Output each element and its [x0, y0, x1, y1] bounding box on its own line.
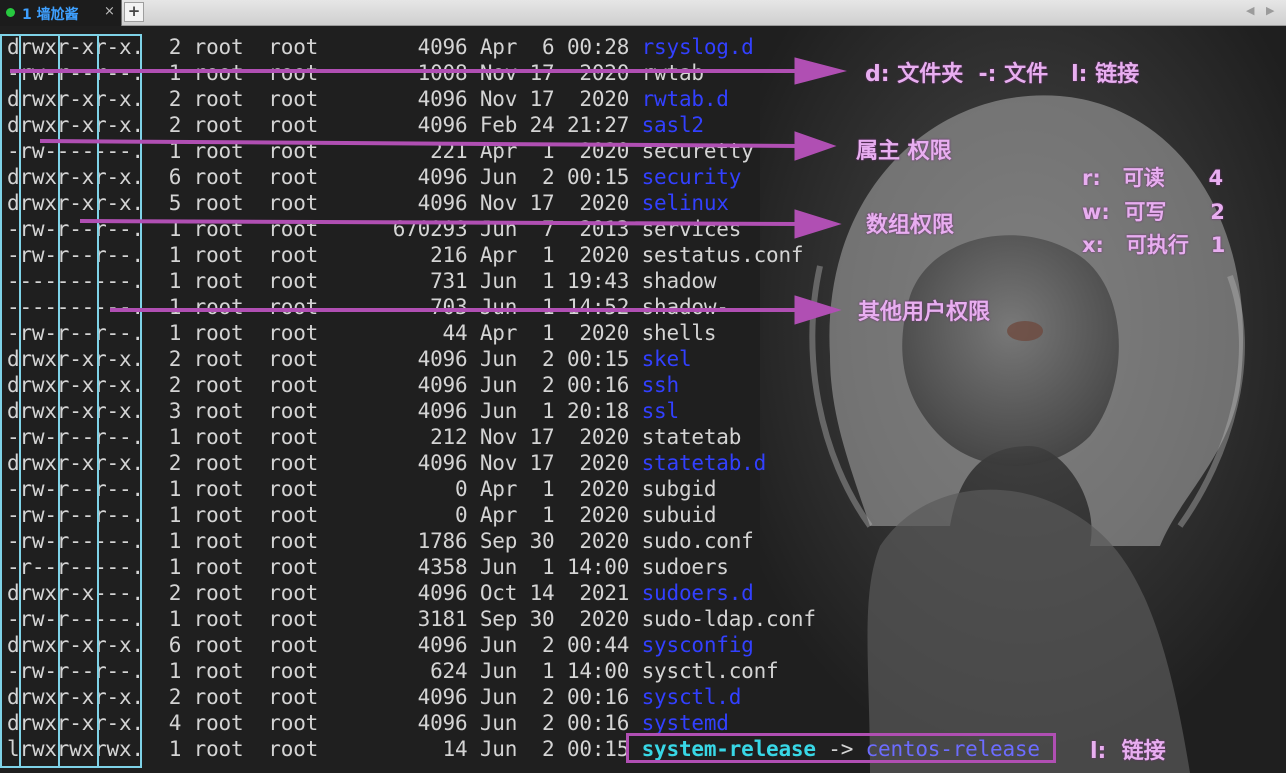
terminal-output[interactable]: drwxr-xr-x. 2 root root 4096 Apr 6 00:28…	[0, 26, 1286, 773]
owner-arrow-line	[39, 139, 801, 148]
annotation-arrows	[10, 57, 847, 325]
owner-arrow-head	[794, 131, 837, 161]
read-permission-legend: r: 可读 4	[1082, 166, 1224, 190]
close-tab-icon[interactable]: ×	[104, 4, 115, 19]
other-permission-annotation: 其他用户权限	[858, 300, 991, 325]
group-arrow-head	[794, 209, 842, 239]
session-tab-label: 1 墙尬酱	[22, 7, 79, 23]
execute-permission-legend: x: 可执行 1	[1082, 233, 1226, 257]
tab-scroll-left-icon[interactable]: ◀	[1246, 4, 1254, 17]
connected-status-icon	[6, 8, 15, 17]
group-arrow-line	[79, 219, 801, 226]
other-arrow-head	[794, 295, 842, 325]
tab-scroll-right-icon[interactable]: ▶	[1266, 4, 1274, 17]
type-arrow-head	[794, 57, 847, 85]
file-type-annotation: d: 文件夹 -: 文件 l: 链接	[865, 62, 1140, 87]
owner-permission-annotation: 属主 权限	[856, 139, 952, 164]
session-tab[interactable]: 1 墙尬酱 ×	[0, 0, 122, 26]
symlink-annotation: l: 链接	[1090, 739, 1166, 764]
write-permission-legend: w: 可写 2	[1082, 200, 1225, 224]
group-permission-annotation: 数组权限	[866, 213, 955, 238]
tab-bar: 1 墙尬酱 × + ◀ ▶	[0, 0, 1286, 26]
new-tab-button[interactable]: +	[124, 2, 144, 22]
